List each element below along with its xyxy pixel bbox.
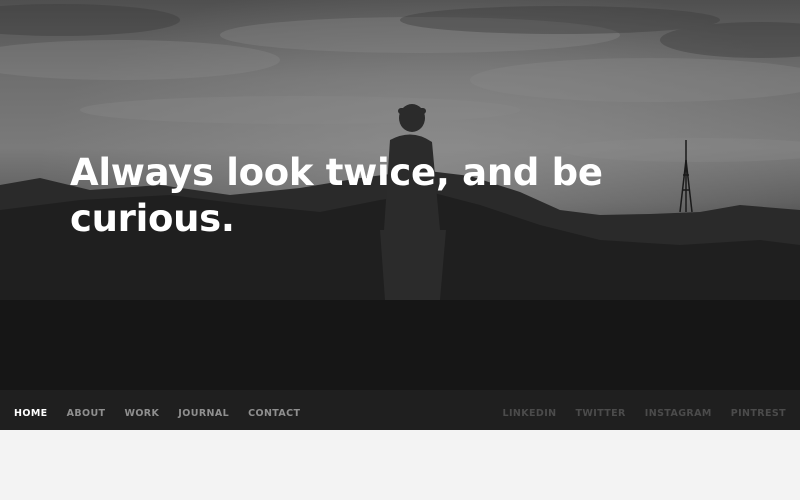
- nav-journal-link[interactable]: JOURNAL: [178, 408, 229, 419]
- nav-work-link[interactable]: WORK: [124, 408, 159, 419]
- page: Always look twice, and be curious. HOME …: [0, 0, 800, 500]
- main-navbar: HOME ABOUT WORK JOURNAL CONTACT LINKEDIN…: [0, 390, 800, 430]
- primary-nav: HOME ABOUT WORK JOURNAL CONTACT: [14, 401, 319, 420]
- social-pintrest-link[interactable]: PINTREST: [731, 408, 786, 419]
- nav-about-link[interactable]: ABOUT: [67, 408, 106, 419]
- social-linkedin-link[interactable]: LINKEDIN: [503, 408, 557, 419]
- page-content-area: [0, 430, 800, 500]
- hero-banner: Always look twice, and be curious.: [0, 0, 800, 390]
- social-nav: LINKEDIN TWITTER INSTAGRAM PINTREST: [484, 401, 786, 420]
- social-twitter-link[interactable]: TWITTER: [576, 408, 626, 419]
- nav-contact-link[interactable]: CONTACT: [248, 408, 300, 419]
- nav-home-link[interactable]: HOME: [14, 408, 48, 419]
- social-instagram-link[interactable]: INSTAGRAM: [645, 408, 712, 419]
- hero-headline: Always look twice, and be curious.: [70, 151, 603, 240]
